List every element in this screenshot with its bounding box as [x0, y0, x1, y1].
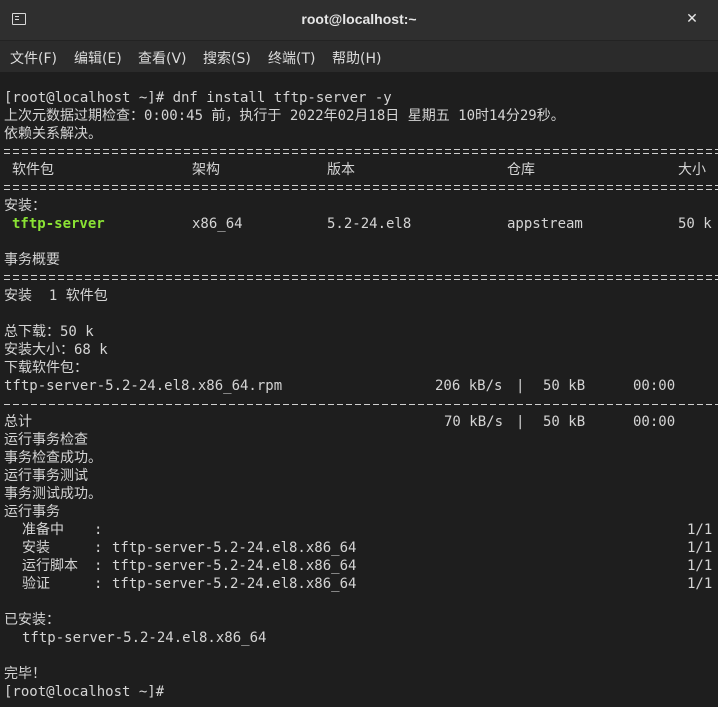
step-label: 运行脚本 — [22, 558, 78, 574]
separator-double — [4, 269, 718, 287]
row-package: tftp-server — [12, 216, 105, 232]
menu-help[interactable]: 帮助(H) — [332, 48, 381, 68]
row-arch: x86_64 — [192, 216, 243, 232]
row-repo: appstream — [507, 216, 583, 232]
step-progress: 1/1 — [687, 576, 713, 592]
shell-prompt[interactable]: [root@localhost ~]# — [4, 683, 164, 701]
metadata-line: 上次元数据过期检查：0:00:45 前，执行于 2022年02月18日 星期五 … — [4, 108, 565, 124]
step-target: tftp-server-5.2-24.el8.x86_64 — [112, 558, 357, 574]
step-label: 安装 — [22, 540, 50, 556]
total-size: 50 kB — [543, 414, 586, 430]
header-version: 版本 — [327, 162, 355, 178]
step-separator: : — [94, 576, 103, 592]
menu-bar: 文件(F) 编辑(E) 查看(V) 搜索(S) 终端(T) 帮助(H) — [0, 41, 718, 73]
row-version: 5.2-24.el8 — [327, 216, 412, 232]
step-separator: : — [94, 522, 103, 538]
section-label: 安装： — [4, 198, 46, 214]
transaction-line: 运行事务 — [4, 504, 60, 520]
download-size: 50 kB — [543, 378, 586, 394]
menu-terminal[interactable]: 终端(T) — [268, 48, 315, 68]
header-arch: 架构 — [192, 162, 220, 178]
header-repo: 仓库 — [507, 162, 535, 178]
step-separator: : — [94, 540, 103, 556]
install-size-line: 安装大小：68 k — [4, 342, 108, 358]
done-line: 完毕！ — [4, 666, 46, 682]
download-file: tftp-server-5.2-24.el8.x86_64.rpm — [4, 378, 283, 394]
transaction-line: 运行事务测试 — [4, 468, 88, 484]
row-size: 50 k — [678, 216, 712, 232]
menu-file[interactable]: 文件(F) — [10, 48, 57, 68]
transaction-line: 运行事务检查 — [4, 432, 88, 448]
installed-label: 已安装： — [4, 612, 60, 628]
resolved-line: 依赖关系解决。 — [4, 126, 102, 142]
install-count-line: 安装 1 软件包 — [4, 288, 108, 304]
bar-separator: | — [516, 414, 525, 430]
step-target: tftp-server-5.2-24.el8.x86_64 — [112, 540, 357, 556]
step-separator: : — [94, 558, 103, 574]
bar-separator: | — [516, 378, 525, 394]
total-label: 总计 — [4, 414, 32, 430]
total-time: 00:00 — [633, 414, 676, 430]
installed-item: tftp-server-5.2-24.el8.x86_64 — [22, 630, 267, 646]
download-rate: 206 kB/s — [435, 378, 503, 394]
summary-title: 事务概要 — [4, 252, 60, 268]
separator-double — [4, 143, 718, 161]
terminal-window: root@localhost:~ ✕ 文件(F) 编辑(E) 查看(V) 搜索(… — [0, 0, 718, 707]
transaction-line: 事务检查成功。 — [4, 450, 102, 466]
header-package: 软件包 — [12, 162, 54, 178]
header-size: 大小 — [678, 162, 706, 178]
step-label: 验证 — [22, 576, 50, 592]
total-rate: 70 kB/s — [444, 414, 504, 430]
downloading-label: 下载软件包： — [4, 360, 88, 376]
menu-edit[interactable]: 编辑(E) — [74, 48, 122, 68]
step-label: 准备中 — [22, 522, 64, 538]
title-bar: root@localhost:~ ✕ — [0, 0, 718, 41]
command-line: [root@localhost ~]# dnf install tftp-ser… — [4, 90, 392, 106]
window-title: root@localhost:~ — [301, 11, 417, 27]
separator-single — [4, 395, 718, 413]
terminal-output[interactable]: [root@localhost ~]# dnf install tftp-ser… — [0, 73, 718, 707]
step-progress: 1/1 — [687, 522, 713, 538]
transaction-line: 事务测试成功。 — [4, 486, 102, 502]
menu-view[interactable]: 查看(V) — [138, 48, 187, 68]
close-icon[interactable]: ✕ — [684, 11, 700, 27]
step-target: tftp-server-5.2-24.el8.x86_64 — [112, 576, 357, 592]
menu-search[interactable]: 搜索(S) — [203, 48, 251, 68]
separator-double — [4, 179, 718, 197]
step-progress: 1/1 — [687, 540, 713, 556]
download-total-line: 总下载：50 k — [4, 324, 94, 340]
download-time: 00:00 — [633, 378, 676, 394]
step-progress: 1/1 — [687, 558, 713, 574]
